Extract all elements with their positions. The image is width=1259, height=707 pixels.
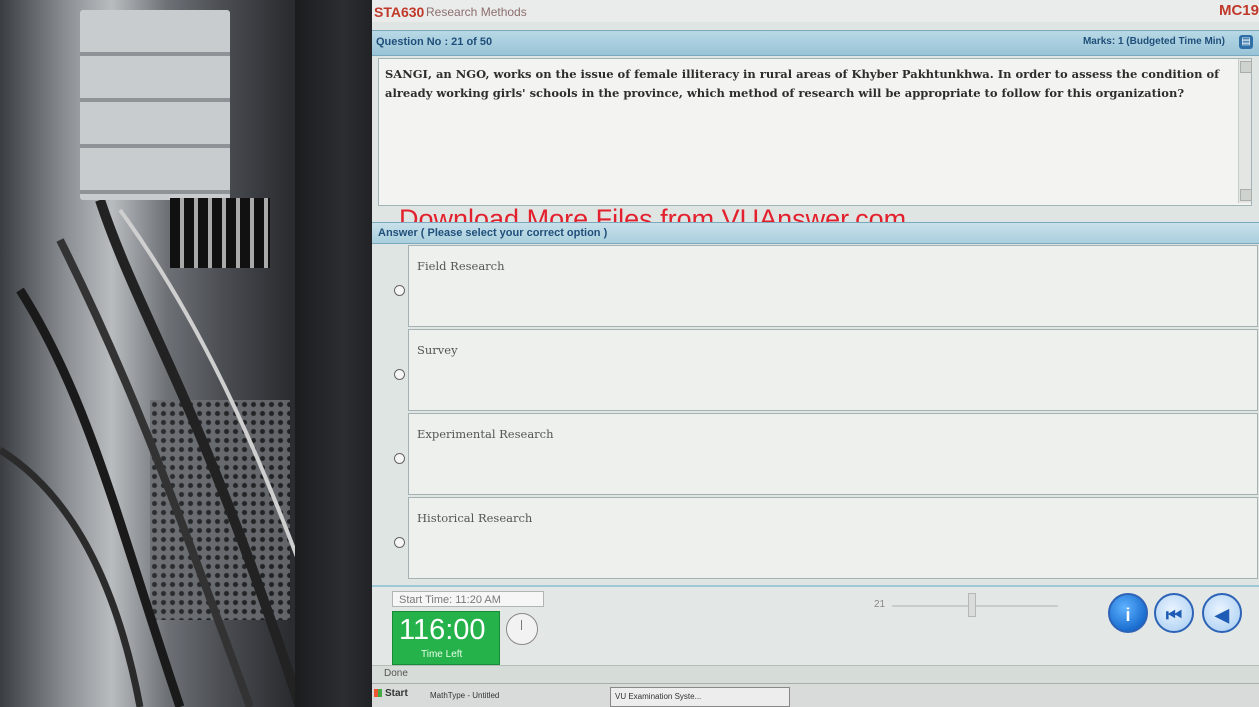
slider-handle[interactable] [968,593,976,617]
collapse-icon[interactable]: ▤ [1239,35,1253,49]
course-name: Research Methods [426,5,527,19]
question-slider-value: 21 [874,599,886,610]
clock-icon [506,613,538,645]
status-text: Done [384,668,408,679]
taskbar-item-mathtype[interactable]: MathType - Untitled [426,687,503,705]
exam-footer: Start Time: 11:20 AM 116:00 Time Left 21… [372,585,1259,667]
scroll-down-icon[interactable] [1240,189,1252,201]
question-scrollbar[interactable] [1238,59,1252,203]
option-label: Experimental Research [417,427,554,441]
taskbar: Start MathType - Untitled VU Examination… [372,683,1259,707]
taskbar-item-vu-exam[interactable]: VU Examination Syste... [610,687,790,707]
course-code: STA630 [374,4,425,20]
start-time: Start Time: 11:20 AM [392,591,544,607]
scroll-up-icon[interactable] [1240,61,1252,73]
option-radio[interactable] [394,453,405,464]
option-row[interactable]: Field Research [372,245,1259,327]
monitor-bezel [295,0,375,707]
exam-code: MC19 [1218,2,1259,19]
option-radio[interactable] [394,369,405,380]
option-box[interactable]: Field Research [408,245,1258,327]
option-box[interactable]: Survey [408,329,1258,411]
option-row[interactable]: Historical Research [372,497,1259,579]
option-row[interactable]: Survey [372,329,1259,411]
answer-header: Answer ( Please select your correct opti… [372,222,1259,244]
option-label: Historical Research [417,511,533,525]
question-header: Question No : 21 of 50 Marks: 1 (Budgete… [372,30,1259,56]
option-box[interactable]: Experimental Research [408,413,1258,495]
question-marks: Marks: 1 (Budgeted Time Min) [1082,36,1225,47]
time-left-value: 116:00 [399,614,486,646]
option-box[interactable]: Historical Research [408,497,1258,579]
answer-instruction: Answer ( Please select your correct opti… [378,227,608,239]
browser-statusbar: Done [372,665,1259,684]
course-bar: STA630 Research Methods MC19 [372,0,1259,22]
option-radio[interactable] [394,537,405,548]
start-button[interactable]: Start [374,688,408,699]
option-label: Field Research [417,259,505,273]
question-text: SANGI, an NGO, works on the issue of fem… [385,67,1220,100]
question-number: Question No : 21 of 50 [376,36,493,48]
time-left-label: Time Left [421,649,463,660]
info-icon[interactable]: i [1108,593,1148,633]
timer-box: 116:00 Time Left [392,611,500,665]
first-question-icon[interactable]: ⏮ [1154,593,1194,633]
drive-bay-panel [80,10,230,200]
question-box: SANGI, an NGO, works on the issue of fem… [378,58,1252,234]
option-radio[interactable] [394,285,405,296]
option-label: Survey [417,343,458,357]
option-row[interactable]: Experimental Research [372,413,1259,495]
start-label: Start [385,688,408,699]
exam-screen: STA630 Research Methods MC19 Question No… [372,0,1259,707]
windows-logo-icon [374,689,382,697]
previous-question-icon[interactable]: ◀ [1202,593,1242,633]
